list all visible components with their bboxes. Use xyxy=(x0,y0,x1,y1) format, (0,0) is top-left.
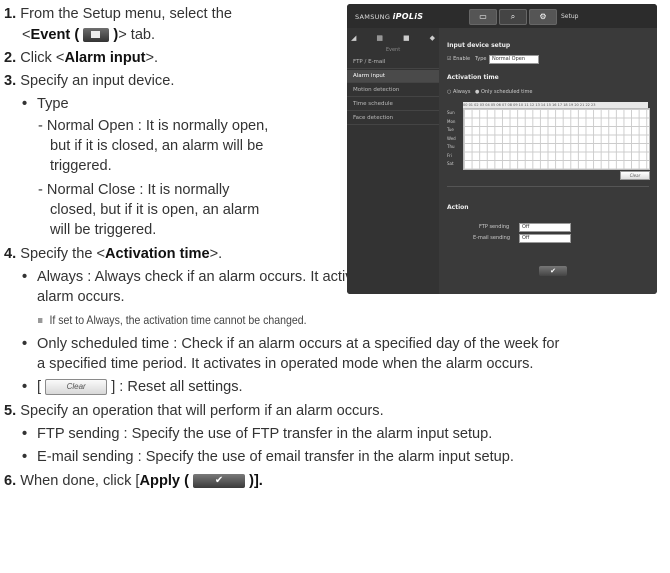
day-label: Tue xyxy=(447,127,454,132)
type-bullet: Type xyxy=(22,94,68,114)
monitor-icon[interactable]: ▭ xyxy=(469,9,497,25)
setup-tab-label: Setup xyxy=(561,13,579,20)
screenshot-topbar: SAMSUNG iPOLiS ▭ ⌕ ⚙ Setup xyxy=(347,4,657,28)
gear-icon[interactable]: ⚙ xyxy=(529,9,557,25)
note-icon xyxy=(38,318,43,324)
step-6: 6. When done, click [Apply ( ✔ )]. xyxy=(4,473,263,489)
clear-button[interactable]: Clear xyxy=(620,171,650,180)
normal-close-line-1: - Normal Close : It is normally xyxy=(38,182,230,198)
ftp-sending-select[interactable]: Off xyxy=(519,223,571,232)
camera-icon[interactable]: ◢ xyxy=(351,34,356,42)
day-label: Wed xyxy=(447,135,456,141)
clear-button-image: Clear xyxy=(45,379,108,396)
scheduled-line-2: a specified time period. It activates in… xyxy=(37,356,534,372)
ftp-bullet: FTP sending : Specify the use of FTP tra… xyxy=(22,424,492,444)
normal-open-line-1: - Normal Open : It is normally open, xyxy=(38,118,269,134)
event-tab-icon xyxy=(83,28,110,43)
radio-always[interactable]: ○ Always xyxy=(447,89,470,95)
schedule-grid[interactable] xyxy=(463,108,650,170)
note: If set to Always, the activation time ca… xyxy=(38,310,307,330)
normal-close-line-2: closed, but if it is open, an alarm xyxy=(50,202,260,218)
screenshot-sidebar: ◢ ▦ ■ ◆ Event FTP / E-mail Alarm input M… xyxy=(347,28,439,294)
sidebar-item-face-detection[interactable]: Face detection xyxy=(347,112,439,125)
apply-button[interactable]: ✔ xyxy=(539,266,567,276)
clear-bullet: [ Clear ] : Reset all settings. xyxy=(22,377,243,397)
email-sending-select[interactable]: Off xyxy=(519,234,571,243)
screenshot-main: Input device setup ☑ Enable Type Normal … xyxy=(439,28,657,294)
ftp-sending-label: FTP sending xyxy=(479,224,510,230)
activation-heading: Activation time xyxy=(447,74,499,81)
day-label: Sat xyxy=(447,161,454,166)
sidebar-item-time-schedule[interactable]: Time schedule xyxy=(347,98,439,111)
normal-close-line-3: will be triggered. xyxy=(50,222,157,238)
step-1-line2: <Event ( )> tab. xyxy=(22,27,156,43)
scheduled-line-1: Only scheduled time : Check if an alarm … xyxy=(22,334,559,354)
day-label: Fri xyxy=(447,152,452,158)
network-icon[interactable]: ▦ xyxy=(376,34,383,42)
step-4: 4. Specify the <Activation time>. xyxy=(4,246,223,262)
setup-screenshot: SAMSUNG iPOLiS ▭ ⌕ ⚙ Setup ◢ ▦ ■ ◆ Event… xyxy=(347,4,657,294)
divider xyxy=(447,186,649,187)
normal-open-line-3: triggered. xyxy=(50,158,112,174)
logo: SAMSUNG iPOLiS xyxy=(355,12,424,21)
step-5: 5. Specify an operation that will perfor… xyxy=(4,403,384,419)
radio-scheduled[interactable]: ● Only scheduled time xyxy=(475,89,532,95)
normal-open-line-2: but if it is closed, an alarm will be xyxy=(50,138,264,154)
type-select[interactable]: Normal Open xyxy=(489,55,539,64)
email-sending-label: E-mail sending xyxy=(473,235,511,241)
day-label: Thu xyxy=(447,144,455,149)
email-bullet: E-mail sending : Specify the use of emai… xyxy=(22,447,514,467)
step-2: 2. Click <Alarm input>. xyxy=(4,50,159,66)
sidebar-item-ftp-email[interactable]: FTP / E-mail xyxy=(347,56,439,69)
sidebar-subtitle: Event xyxy=(385,47,401,53)
day-label: Mon xyxy=(447,118,456,124)
day-label: Sun xyxy=(447,110,455,115)
search-icon[interactable]: ⌕ xyxy=(499,9,527,25)
always-line-2: alarm occurs. xyxy=(37,289,125,305)
day-labels: Sun Mon Tue Wed Thu Fri Sat xyxy=(447,109,463,169)
event-icon[interactable]: ■ xyxy=(403,34,410,42)
enable-checkbox[interactable]: ☑ Enable xyxy=(447,56,470,62)
apply-button-image: ✔ xyxy=(193,474,246,489)
sidebar-icons: ◢ ▦ ■ ◆ xyxy=(351,34,435,42)
step-3: 3. Specify an input device. xyxy=(4,73,175,89)
step-1: 1. From the Setup menu, select the xyxy=(4,6,232,22)
input-device-heading: Input device setup xyxy=(447,42,511,49)
action-heading: Action xyxy=(447,204,469,211)
type-label: Type xyxy=(475,56,487,62)
sidebar-item-alarm-input[interactable]: Alarm input xyxy=(347,70,439,83)
system-icon[interactable]: ◆ xyxy=(430,34,435,42)
sidebar-item-motion-detection[interactable]: Motion detection xyxy=(347,84,439,97)
